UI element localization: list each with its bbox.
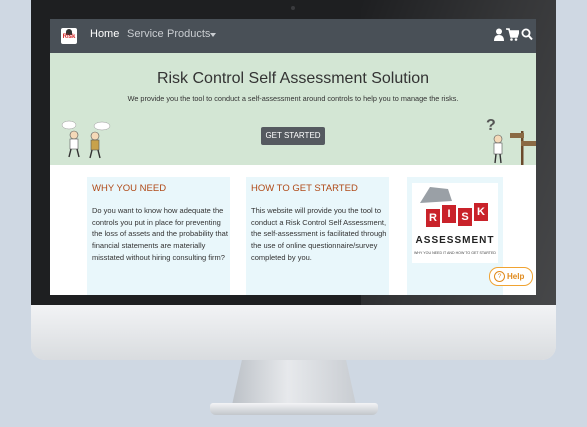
how-to-get-started-card: HOW TO GET STARTED This website will pro… [246,177,389,295]
help-button[interactable]: ? Help [489,267,533,286]
hand-icon [420,187,452,203]
nav-service[interactable]: Service [127,28,164,40]
card-title: HOW TO GET STARTED [251,183,358,194]
monitor-base [210,403,378,415]
risk-letter: K [474,203,488,221]
signpost-illustration [493,131,536,165]
navbar: Risk Home Service Products [50,19,536,53]
hero-title: Risk Control Self Assessment Solution [156,70,430,87]
monitor-stand [232,360,356,405]
nav-icons [494,28,534,42]
help-label: Help [507,272,525,281]
risk-letter: R [426,209,440,227]
card-body: Do you want to know how adequate the con… [92,206,228,262]
question-circle-icon: ? [494,271,505,282]
business-people-illustration [61,120,111,159]
search-icon[interactable] [521,28,533,41]
risk-assessment-image: R I S K ASSESSMENT WHY YOU NEED IT AND H… [412,183,498,263]
card-title: WHY YOU NEED [92,183,167,194]
risk-letter: I [442,205,456,223]
user-icon[interactable] [494,28,504,41]
cart-icon[interactable] [506,28,519,41]
card-body: This website will provide you the tool t… [251,206,387,262]
hero-subtitle: We provide you the tool to conduct a sel… [127,94,459,103]
nav-products[interactable]: Products [167,28,210,40]
get-started-button[interactable]: GET STARTED [261,127,325,145]
website-screen: Risk Home Service Products Risk Control … [50,19,536,295]
camera [291,6,295,10]
assessment-caption: WHY YOU NEED IT AND HOW TO GET STARTED [414,251,496,255]
nav-home[interactable]: Home [90,28,119,40]
hero-banner: Risk Control Self Assessment Solution We… [50,53,536,165]
assessment-word: ASSESSMENT [415,235,495,246]
monitor-chin [31,305,556,360]
risk-letter: S [458,208,472,226]
chevron-down-icon[interactable] [210,33,216,37]
why-you-need-card: WHY YOU NEED Do you want to know how ade… [87,177,230,295]
logo-text: Risk [62,34,76,40]
brand-logo[interactable]: Risk [61,28,77,44]
